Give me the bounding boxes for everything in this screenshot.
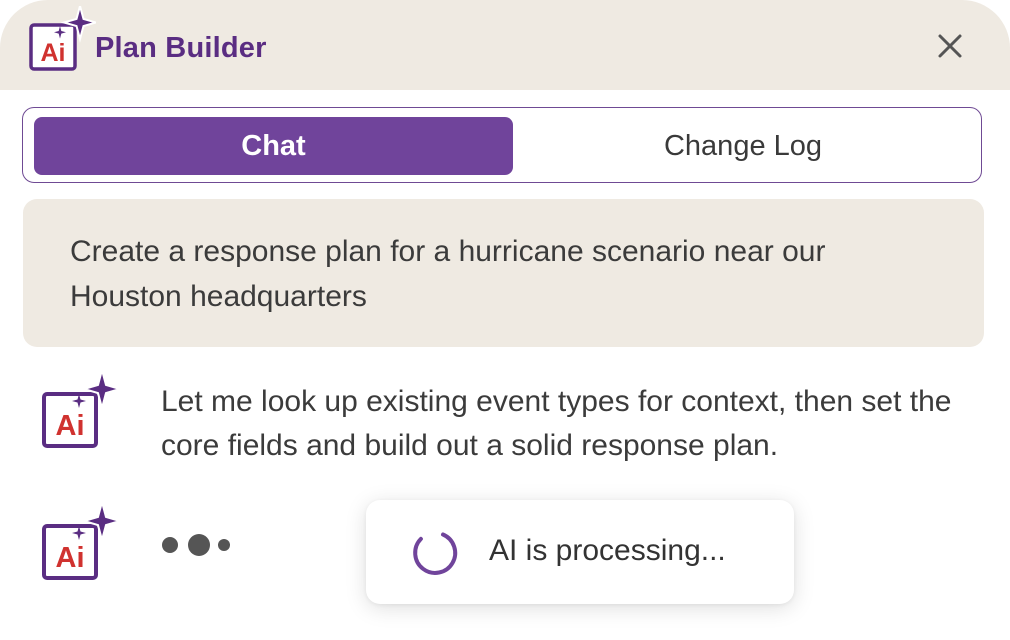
- processing-status-text: AI is processing...: [489, 534, 726, 567]
- tab-bar: Chat Change Log: [22, 107, 982, 183]
- close-icon: [938, 34, 962, 58]
- plan-builder-panel: Ai Plan Builder Chat Change Log Create a…: [0, 0, 1010, 640]
- assistant-message-text: Let me look up existing event types for …: [161, 385, 952, 462]
- user-message-text: Create a response plan for a hurricane s…: [70, 235, 826, 313]
- ai-avatar-icon: Ai: [42, 500, 122, 580]
- tab-change-log[interactable]: Change Log: [513, 117, 973, 175]
- ai-logo-icon: Ai: [29, 6, 96, 71]
- loading-spinner-icon: [413, 532, 458, 575]
- processing-toast: AI is processing...: [366, 500, 794, 604]
- svg-text:Ai: Ai: [56, 542, 85, 574]
- panel-header: Ai Plan Builder: [0, 0, 1010, 90]
- user-message-bubble: Create a response plan for a hurricane s…: [23, 199, 984, 347]
- svg-text:Ai: Ai: [41, 39, 66, 67]
- svg-text:Ai: Ai: [56, 410, 85, 442]
- close-button[interactable]: [930, 26, 970, 66]
- tab-chat[interactable]: Chat: [34, 117, 513, 175]
- typing-indicator-icon: [162, 534, 230, 556]
- ai-avatar-icon: Ai: [42, 368, 122, 448]
- panel-title: Plan Builder: [95, 32, 267, 64]
